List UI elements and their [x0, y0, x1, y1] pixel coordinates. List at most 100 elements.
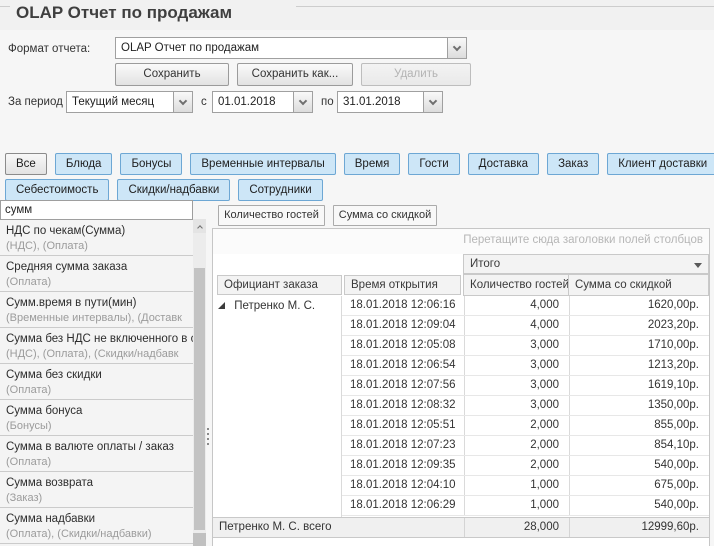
measure-name: Сумма надбавки	[6, 511, 193, 527]
table-row[interactable]: 18.01.2018 12:07:56 3,000 1619,10р.	[342, 376, 709, 396]
cell-open-time: 18.01.2018 12:06:16	[342, 296, 464, 315]
category-tab-bonuses[interactable]: Бонусы	[120, 153, 182, 175]
date-from-dropdown-button[interactable]	[293, 92, 312, 112]
table-row[interactable]: 18.01.2018 12:06:16 4,000 1620,00р.	[342, 296, 709, 316]
cell-sum: 1710,00р.	[569, 336, 709, 355]
table-row[interactable]: 18.01.2018 12:08:32 3,000 1350,00р.	[342, 396, 709, 416]
cell-open-time: 18.01.2018 12:08:32	[342, 396, 464, 415]
category-tab-delivery-client[interactable]: Клиент доставки	[607, 153, 714, 175]
measure-name: Сумм.время в пути(мин)	[6, 295, 193, 311]
divider	[0, 6, 10, 7]
category-tab-guests[interactable]: Гости	[408, 153, 459, 175]
format-select[interactable]: OLAP Отчет по продажам	[115, 37, 467, 59]
period-preset-dropdown-button[interactable]	[173, 92, 192, 112]
table-row[interactable]: 18.01.2018 12:09:35 2,000 540,00р.	[342, 456, 709, 476]
measure-search-input[interactable]	[0, 200, 193, 220]
splitter-handle[interactable]	[207, 428, 209, 448]
table-row[interactable]: 18.01.2018 12:05:08 3,000 1710,00р.	[342, 336, 709, 356]
chevron-up-icon	[197, 225, 203, 231]
field-chip-guests[interactable]: Количество гостей	[218, 205, 325, 226]
category-tab-cost[interactable]: Себестоимость	[5, 179, 109, 201]
table-row[interactable]: 18.01.2018 12:09:04 4,000 2023,20р.	[342, 316, 709, 336]
measure-name: Сумма возврата	[6, 475, 193, 491]
row-header-label: Время открытия	[351, 279, 438, 291]
measure-groups: (Оплата)	[6, 455, 193, 469]
category-tab-delivery[interactable]: Доставка	[468, 153, 539, 175]
format-select-dropdown-button[interactable]	[447, 38, 466, 58]
category-tab-time[interactable]: Время	[344, 153, 401, 175]
measure-item[interactable]: Сумма бонуса (Бонусы)	[0, 400, 193, 436]
total-row[interactable]: Петренко М. С. всего 28,000 12999,60р.	[213, 517, 709, 538]
category-tab-time-intervals[interactable]: Временные интервалы	[190, 153, 335, 175]
measure-item[interactable]: Сумма возврата (Заказ)	[0, 472, 193, 508]
measure-groups: (Заказ)	[6, 491, 193, 505]
measure-item[interactable]: Сумм.время в пути(мин) (Временные интерв…	[0, 292, 193, 328]
measure-name: Сумма без скидки	[6, 367, 193, 383]
cell-sum: 2023,20р.	[569, 316, 709, 335]
row-header-label: Официант заказа	[224, 279, 318, 291]
date-to-dropdown-button[interactable]	[423, 92, 442, 112]
field-chip-sum[interactable]: Сумма со скидкой	[333, 205, 437, 226]
cell-open-time: 18.01.2018 12:07:23	[342, 436, 464, 455]
table-row[interactable]: 18.01.2018 12:06:54 3,000 1213,20р.	[342, 356, 709, 376]
measure-name: Сумма в валюте оплаты / заказ	[6, 439, 193, 455]
table-row[interactable]: 18.01.2018 12:06:29 1,000 540,00р.	[342, 496, 709, 516]
scroll-down-button[interactable]	[193, 533, 206, 546]
cell-sum: 675,00р.	[569, 476, 709, 495]
cell-sum: 1350,00р.	[569, 396, 709, 415]
chevron-down-icon	[179, 96, 187, 104]
cell-open-time: 18.01.2018 12:09:35	[342, 456, 464, 475]
column-header-sum[interactable]: Сумма со скидкой	[568, 274, 709, 296]
measure-item[interactable]: Сумма без скидки (Оплата)	[0, 364, 193, 400]
cell-guests: 3,000	[464, 336, 569, 355]
chevron-down-icon	[429, 96, 437, 104]
table-row[interactable]: 18.01.2018 12:07:23 2,000 854,10р.	[342, 436, 709, 456]
cell-guests: 2,000	[464, 456, 569, 475]
dropdown-arrow-icon[interactable]	[694, 263, 702, 268]
measure-item[interactable]: НДС по чекам(Сумма) (НДС), (Оплата)	[0, 220, 193, 256]
row-header-waiter[interactable]: Официант заказа	[217, 275, 342, 295]
category-tab-discounts[interactable]: Скидки/надбавки	[117, 179, 230, 201]
row-header-open-time[interactable]: Время открытия	[344, 275, 461, 295]
cell-sum: 540,00р.	[569, 456, 709, 475]
category-tab-dishes[interactable]: Блюда	[55, 153, 113, 175]
save-button[interactable]: Сохранить	[115, 63, 229, 86]
measure-item[interactable]: Сумма надбавки (Оплата), (Скидки/надбавк…	[0, 508, 193, 544]
date-to-input[interactable]: 31.01.2018	[337, 91, 443, 113]
category-tab-order[interactable]: Заказ	[547, 153, 599, 175]
category-tab-all[interactable]: Все	[5, 153, 47, 175]
expand-triangle-icon[interactable]	[218, 302, 225, 309]
measure-name: Сумма без НДС не включенного в с	[6, 331, 193, 347]
band-header-label: Итого	[470, 258, 500, 270]
save-as-button[interactable]: Сохранить как...	[237, 63, 353, 86]
format-select-value: OLAP Отчет по продажам	[116, 42, 447, 54]
measure-item[interactable]: Средняя сумма заказа (Оплата)	[0, 256, 193, 292]
table-row[interactable]: 18.01.2018 12:05:51 2,000 855,00р.	[342, 416, 709, 436]
band-header-total[interactable]: Итого	[463, 254, 709, 274]
category-tab-employees[interactable]: Сотрудники	[238, 179, 322, 201]
scroll-up-button[interactable]	[193, 219, 206, 233]
date-from-input[interactable]: 01.01.2018	[212, 91, 313, 113]
column-header-guests[interactable]: Количество гостей	[463, 274, 569, 296]
measure-item[interactable]: Сумма без НДС не включенного в с (НДС), …	[0, 328, 193, 364]
scroll-thumb[interactable]	[194, 268, 205, 530]
period-preset-select[interactable]: Текущий месяц	[66, 91, 193, 113]
column-header-label: Сумма со скидкой	[575, 279, 672, 291]
measure-groups: (Бонусы)	[6, 419, 193, 433]
measure-groups: (НДС), (Оплата)	[6, 239, 193, 253]
cell-guests: 2,000	[464, 416, 569, 435]
measure-groups: (Временные интервалы), (Доставк	[6, 311, 193, 325]
cell-sum: 1620,00р.	[569, 296, 709, 315]
cell-guests: 4,000	[464, 316, 569, 335]
measure-item[interactable]: Сумма в валюте оплаты / заказ (Оплата)	[0, 436, 193, 472]
column-drop-area[interactable]: Перетащите сюда заголовки полей столбцов	[213, 229, 709, 254]
measure-groups: (Оплата)	[6, 275, 193, 289]
measure-list-scrollbar[interactable]	[193, 219, 206, 546]
date-from-value: 01.01.2018	[213, 96, 293, 108]
period-preset-value: Текущий месяц	[67, 96, 173, 108]
total-sum: 12999,60р.	[569, 518, 709, 537]
table-row[interactable]: 18.01.2018 12:04:10 1,000 675,00р.	[342, 476, 709, 496]
group-row-cell[interactable]: Петренко М. С.	[213, 296, 342, 517]
measure-name: НДС по чекам(Сумма)	[6, 223, 193, 239]
pivot-grid: Перетащите сюда заголовки полей столбцов…	[212, 228, 710, 546]
